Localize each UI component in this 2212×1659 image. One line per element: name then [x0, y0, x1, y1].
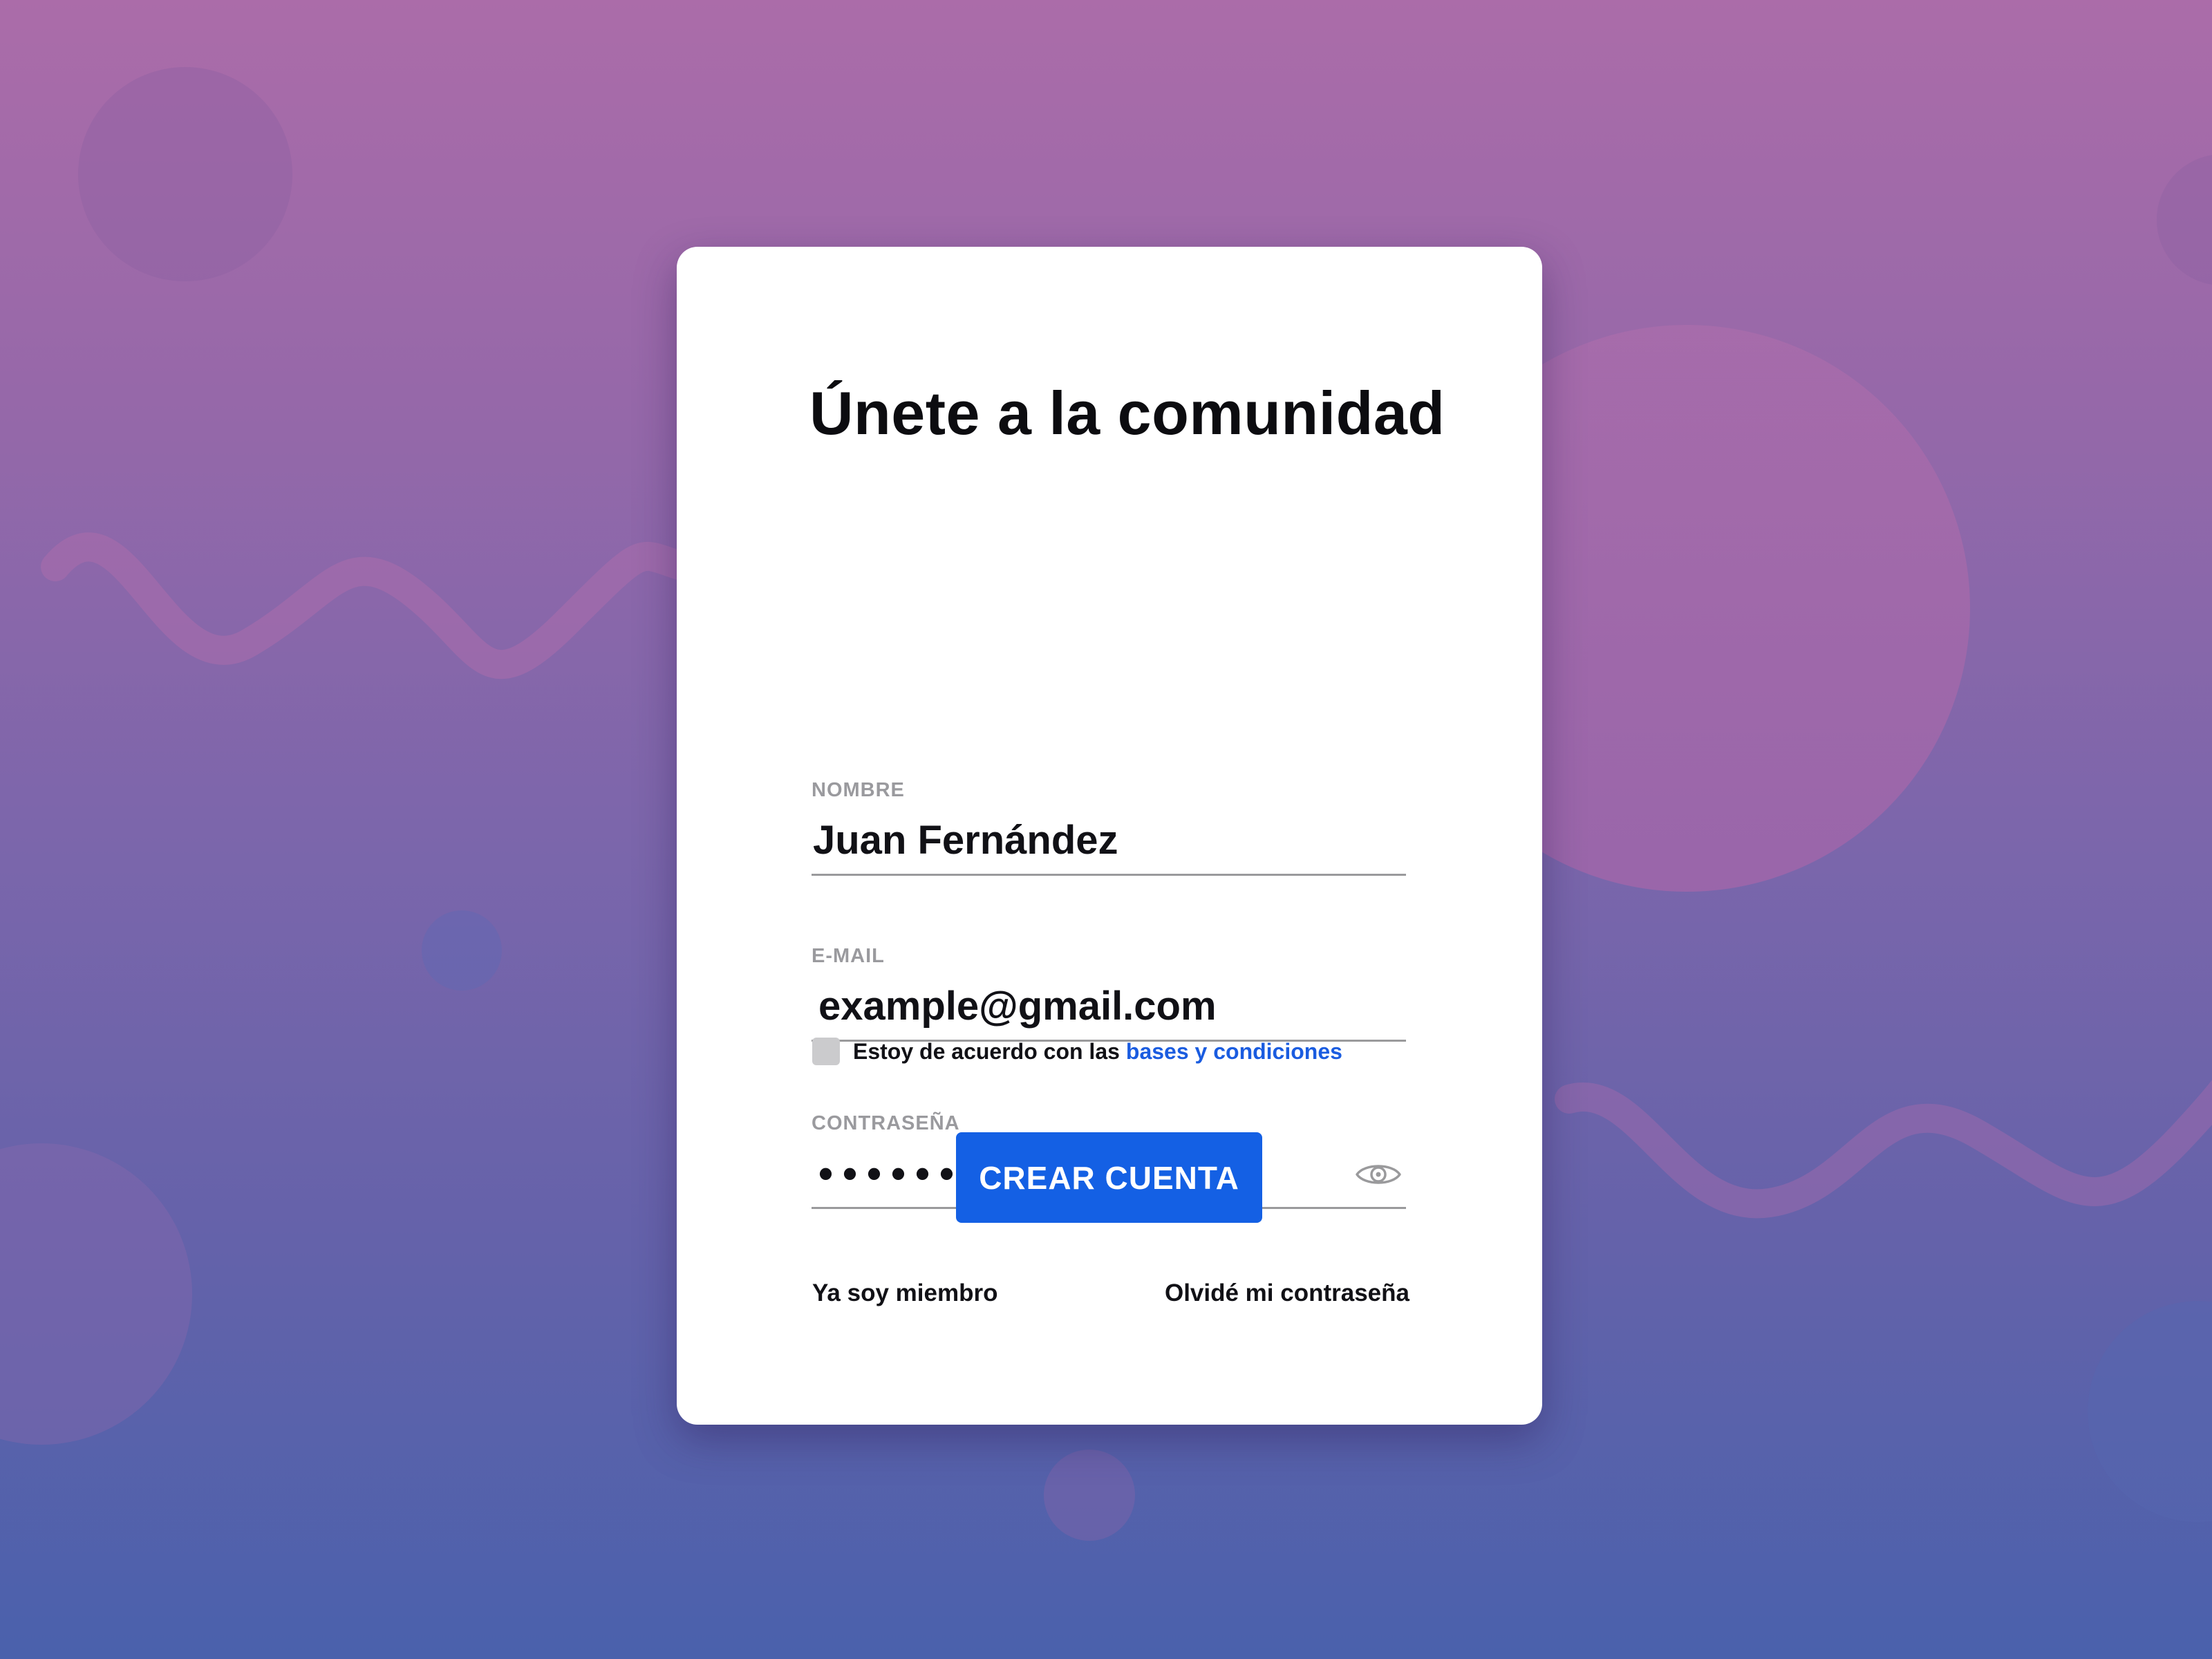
show-password-toggle[interactable] — [1351, 1155, 1406, 1194]
password-label: CONTRASEÑA — [812, 1112, 960, 1134]
create-account-button[interactable]: CREAR CUENTA — [956, 1132, 1262, 1223]
terms-link[interactable]: bases y condiciones — [1126, 1039, 1342, 1065]
already-member-link[interactable]: Ya soy miembro — [812, 1280, 997, 1307]
terms-text: Estoy de acuerdo con las — [853, 1038, 1120, 1064]
terms-row: Estoy de acuerdo con las bases y condici… — [812, 1036, 1342, 1067]
signup-card: Únete a la comunidad NOMBRE E-MAIL CONTR… — [677, 247, 1542, 1425]
signup-title: Únete a la comunidad — [809, 379, 1445, 447]
bg-circle — [2088, 1301, 2212, 1522]
bg-squiggle — [1555, 1080, 2212, 1219]
bg-squiggle — [41, 532, 699, 679]
bg-circle — [78, 67, 292, 281]
bg-circle — [0, 1143, 192, 1445]
bg-circle — [422, 910, 502, 991]
eye-icon — [1356, 1165, 1401, 1184]
terms-checkbox[interactable] — [812, 1038, 840, 1065]
name-label: NOMBRE — [812, 779, 905, 801]
email-input[interactable] — [812, 973, 1406, 1042]
email-label: E-MAIL — [812, 945, 885, 967]
bg-circle — [1044, 1450, 1135, 1541]
bg-circle — [2157, 155, 2212, 285]
forgot-password-link[interactable]: Olvidé mi contraseña — [1165, 1280, 1409, 1307]
name-input[interactable] — [812, 807, 1406, 876]
